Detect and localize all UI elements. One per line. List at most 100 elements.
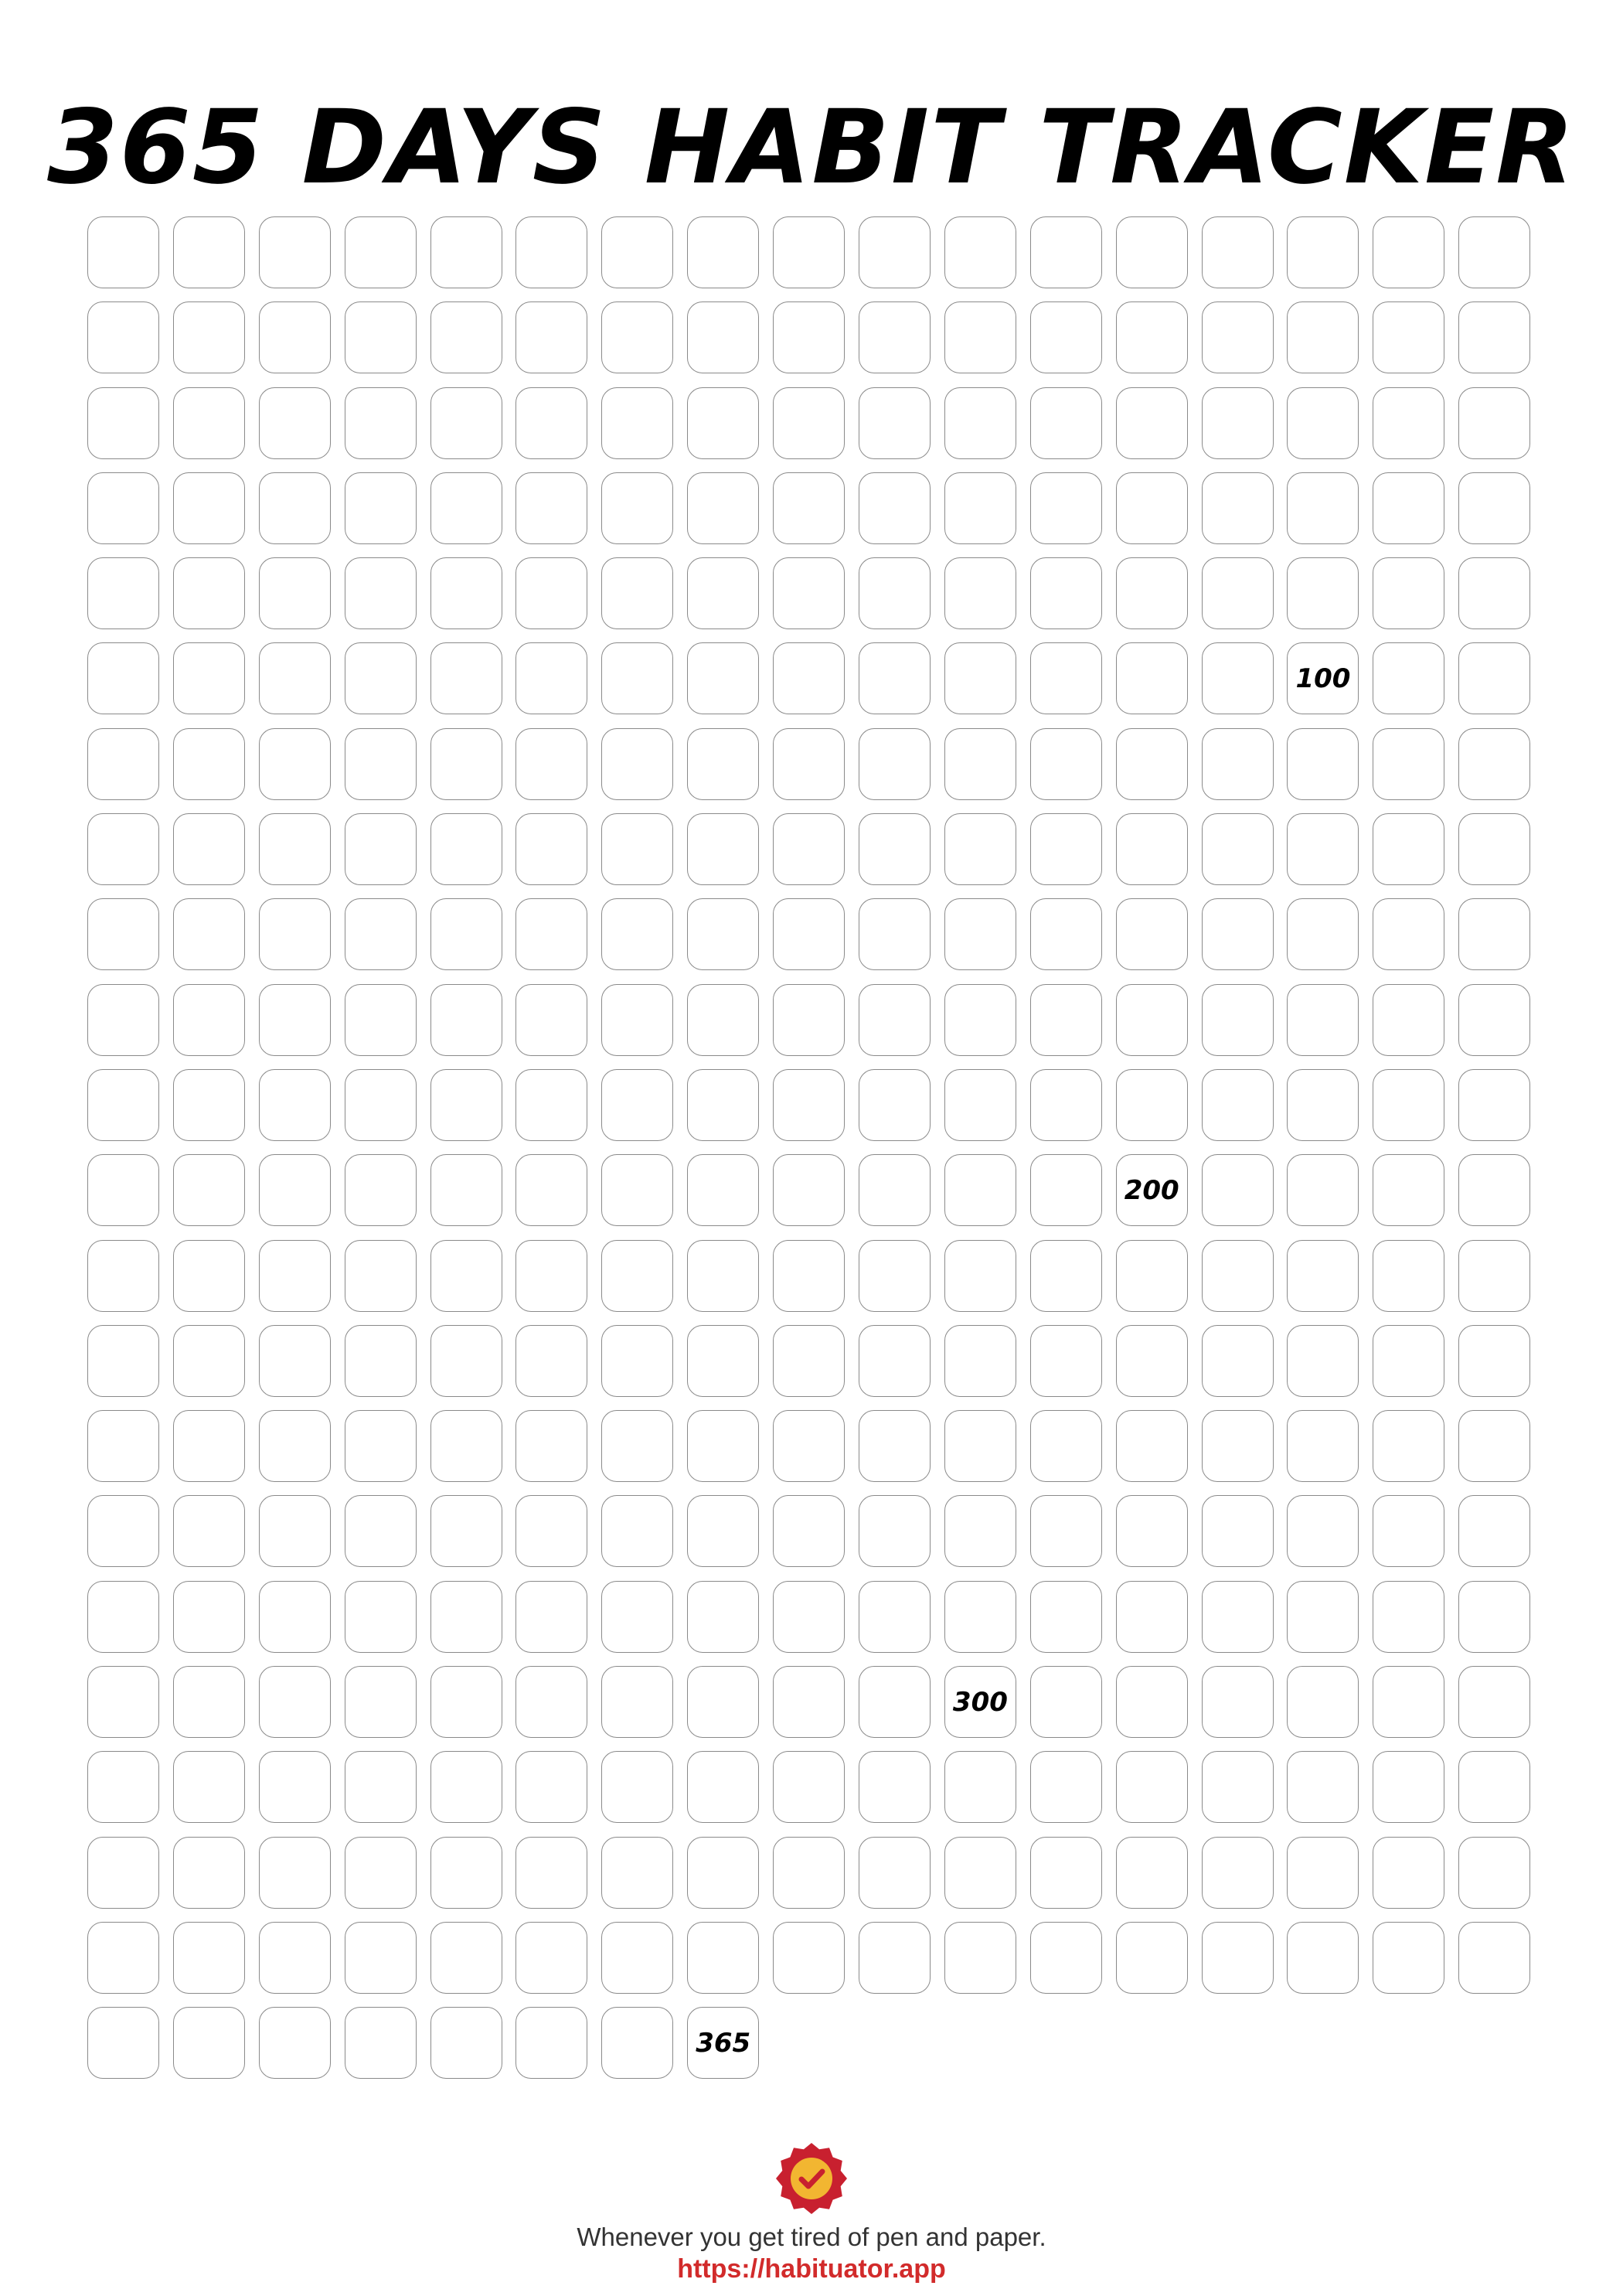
- day-box[interactable]: [515, 983, 588, 1056]
- day-box[interactable]: [944, 557, 1016, 630]
- day-box[interactable]: [430, 1666, 502, 1739]
- day-box[interactable]: [172, 216, 245, 288]
- day-box[interactable]: [1373, 727, 1445, 800]
- day-box[interactable]: [430, 898, 502, 971]
- day-box[interactable]: [1201, 216, 1274, 288]
- day-box[interactable]: [1029, 813, 1102, 886]
- day-box[interactable]: [859, 1239, 931, 1312]
- day-box[interactable]: [87, 1324, 159, 1397]
- day-box[interactable]: [1287, 1068, 1359, 1141]
- day-box[interactable]: [601, 1666, 674, 1739]
- day-box[interactable]: [1201, 1068, 1274, 1141]
- day-box[interactable]: [515, 557, 588, 630]
- day-box[interactable]: [515, 216, 588, 288]
- day-box[interactable]: [773, 1239, 846, 1312]
- day-box[interactable]: [773, 1921, 846, 1994]
- day-box[interactable]: [1373, 1921, 1445, 1994]
- day-box[interactable]: [859, 1580, 931, 1653]
- day-box[interactable]: [1458, 1068, 1531, 1141]
- day-box[interactable]: [515, 813, 588, 886]
- day-box[interactable]: [258, 727, 331, 800]
- day-box[interactable]: [601, 898, 674, 971]
- day-box[interactable]: [687, 813, 760, 886]
- day-box[interactable]: [1458, 1836, 1531, 1909]
- day-box[interactable]: [944, 1410, 1016, 1483]
- day-box[interactable]: [515, 472, 588, 544]
- day-box[interactable]: [258, 1495, 331, 1568]
- day-box[interactable]: [1287, 1921, 1359, 1994]
- day-box[interactable]: [258, 1239, 331, 1312]
- day-box[interactable]: [773, 1068, 846, 1141]
- day-box[interactable]: [258, 1921, 331, 1994]
- day-box[interactable]: [258, 472, 331, 544]
- day-box[interactable]: [601, 216, 674, 288]
- day-box[interactable]: [87, 1154, 159, 1227]
- day-box[interactable]: [1458, 1324, 1531, 1397]
- day-box[interactable]: [87, 1580, 159, 1653]
- day-box[interactable]: [1115, 1666, 1188, 1739]
- day-box[interactable]: [1458, 1154, 1531, 1227]
- day-box[interactable]: [601, 983, 674, 1056]
- day-box[interactable]: [859, 1751, 931, 1824]
- day-box[interactable]: [601, 301, 674, 374]
- day-box[interactable]: [1458, 301, 1531, 374]
- day-box[interactable]: [1115, 813, 1188, 886]
- day-box[interactable]: [172, 983, 245, 1056]
- day-box[interactable]: [1029, 1410, 1102, 1483]
- day-box[interactable]: [1115, 983, 1188, 1056]
- day-box[interactable]: [344, 727, 417, 800]
- day-box[interactable]: [601, 1154, 674, 1227]
- day-box[interactable]: [258, 1751, 331, 1824]
- day-box[interactable]: [773, 1495, 846, 1568]
- day-box[interactable]: [1115, 1580, 1188, 1653]
- day-box[interactable]: [773, 216, 846, 288]
- day-box[interactable]: [1287, 301, 1359, 374]
- day-box[interactable]: [773, 898, 846, 971]
- day-box[interactable]: [1201, 898, 1274, 971]
- day-box[interactable]: [1029, 727, 1102, 800]
- day-box[interactable]: [258, 1580, 331, 1653]
- day-box[interactable]: [859, 1154, 931, 1227]
- day-box[interactable]: [172, 1921, 245, 1994]
- day-box[interactable]: [1458, 1580, 1531, 1653]
- day-box[interactable]: [258, 216, 331, 288]
- day-box[interactable]: [258, 301, 331, 374]
- day-box[interactable]: [687, 898, 760, 971]
- day-box[interactable]: [687, 1921, 760, 1994]
- day-box[interactable]: [1029, 387, 1102, 459]
- day-box[interactable]: [344, 216, 417, 288]
- day-box[interactable]: [87, 387, 159, 459]
- day-box[interactable]: [172, 1239, 245, 1312]
- day-box[interactable]: [1458, 1751, 1531, 1824]
- day-box[interactable]: [1287, 472, 1359, 544]
- day-box[interactable]: [258, 898, 331, 971]
- day-box[interactable]: [258, 1324, 331, 1397]
- day-box[interactable]: [87, 1495, 159, 1568]
- day-box[interactable]: [1201, 1836, 1274, 1909]
- day-box[interactable]: [172, 898, 245, 971]
- habituator-link[interactable]: https://habituator.app: [0, 2253, 1623, 2285]
- day-box[interactable]: [1287, 216, 1359, 288]
- day-box[interactable]: [430, 1068, 502, 1141]
- day-box[interactable]: [859, 1921, 931, 1994]
- day-box[interactable]: [258, 813, 331, 886]
- day-box[interactable]: [258, 642, 331, 715]
- day-box[interactable]: [773, 1836, 846, 1909]
- day-box[interactable]: [1458, 1239, 1531, 1312]
- day-box[interactable]: [1115, 387, 1188, 459]
- day-box[interactable]: [1201, 1580, 1274, 1653]
- day-box[interactable]: [687, 1666, 760, 1739]
- day-box[interactable]: [1115, 216, 1188, 288]
- day-box[interactable]: [172, 1580, 245, 1653]
- day-box[interactable]: [1287, 1580, 1359, 1653]
- day-box[interactable]: [1201, 1921, 1274, 1994]
- day-box[interactable]: [1287, 1324, 1359, 1397]
- day-box[interactable]: [515, 1666, 588, 1739]
- day-box[interactable]: [344, 1068, 417, 1141]
- day-box[interactable]: [1373, 1324, 1445, 1397]
- day-box[interactable]: [773, 813, 846, 886]
- day-box[interactable]: [1458, 983, 1531, 1056]
- day-box[interactable]: [687, 1836, 760, 1909]
- day-box[interactable]: [1029, 983, 1102, 1056]
- day-box[interactable]: [1115, 1836, 1188, 1909]
